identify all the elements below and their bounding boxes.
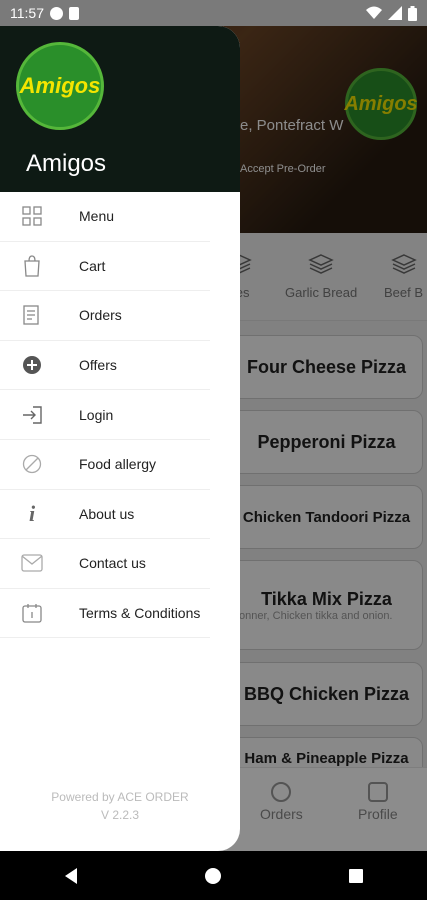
system-navigation-bar — [0, 851, 427, 900]
drawer-item-food-allergy[interactable]: Food allergy — [0, 440, 210, 490]
powered-by-text: Powered by ACE ORDER — [51, 790, 189, 804]
notification-icon — [50, 6, 63, 20]
login-icon — [20, 403, 44, 427]
terms-icon — [20, 601, 44, 625]
signal-icon — [388, 6, 402, 20]
drawer-logo: Amigos — [16, 42, 104, 130]
grid-icon — [20, 204, 44, 228]
drawer-item-menu[interactable]: Menu — [0, 192, 210, 242]
recents-icon[interactable] — [348, 868, 364, 884]
wifi-icon — [366, 6, 382, 19]
orders-icon — [20, 303, 44, 327]
powered-by-footer: Powered by ACE ORDER V 2.2.3 — [0, 788, 240, 824]
cart-icon — [20, 254, 44, 278]
back-icon[interactable] — [63, 867, 79, 885]
drawer-header: Amigos Amigos — [0, 26, 240, 192]
home-icon[interactable] — [204, 867, 222, 885]
drawer-item-terms[interactable]: Terms & Conditions — [0, 589, 210, 639]
status-bar: 11:57 — [0, 0, 427, 26]
drawer-menu: Menu Cart Orders Offers Login Food aller… — [0, 192, 240, 639]
drawer-item-cart[interactable]: Cart — [0, 242, 210, 292]
drawer-restaurant-name: Amigos — [26, 150, 107, 177]
allergy-icon — [20, 452, 44, 476]
drawer-item-contact-us[interactable]: Contact us — [0, 539, 210, 589]
drawer-item-login[interactable]: Login — [0, 390, 210, 440]
navigation-drawer: Amigos Amigos Menu Cart Orders Offers Lo… — [0, 26, 240, 851]
battery-icon — [408, 5, 417, 21]
info-icon: i — [28, 500, 36, 526]
drawer-item-offers[interactable]: Offers — [0, 341, 210, 391]
status-time: 11:57 — [10, 5, 44, 21]
app-version: V 2.2.3 — [100, 808, 140, 822]
drawer-item-about-us[interactable]: i About us — [0, 490, 210, 540]
offers-icon — [20, 353, 44, 377]
contact-icon — [20, 551, 44, 575]
sd-card-icon — [69, 6, 79, 20]
drawer-item-orders[interactable]: Orders — [0, 291, 210, 341]
